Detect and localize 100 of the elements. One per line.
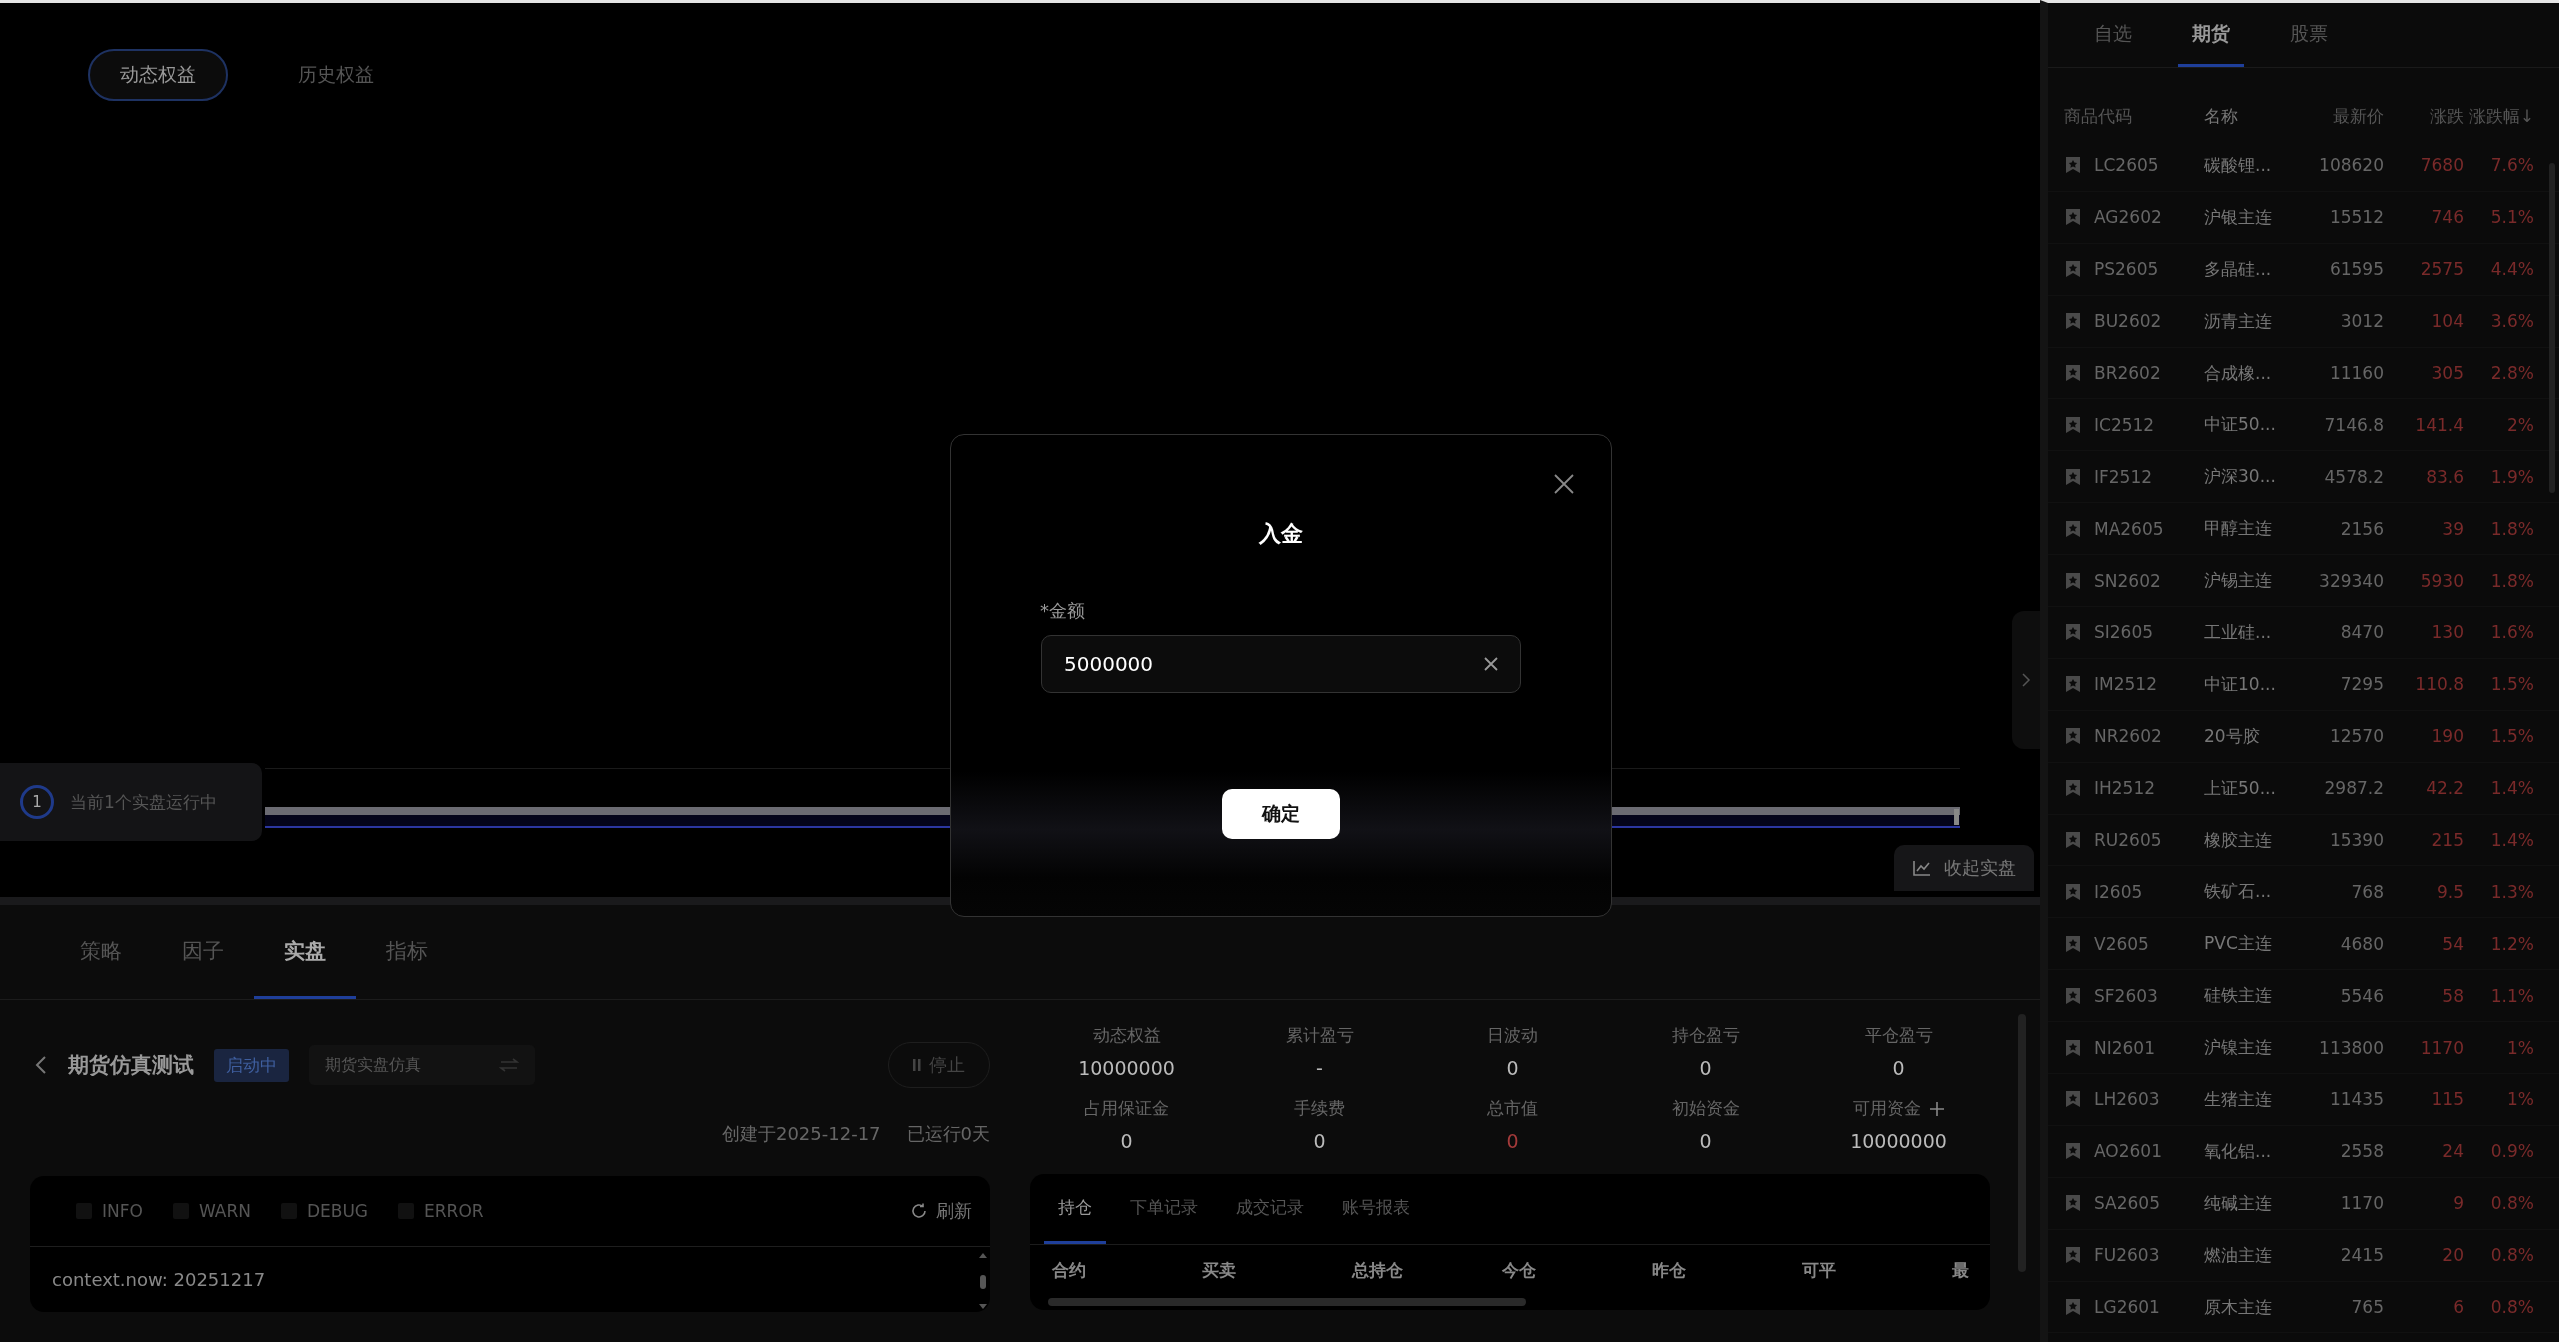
bookmark-star-icon[interactable] bbox=[2064, 260, 2082, 279]
bookmark-star-icon[interactable] bbox=[2064, 1246, 2082, 1265]
collapse-button[interactable]: 收起实盘 bbox=[1894, 845, 2034, 891]
bookmark-star-icon[interactable] bbox=[2064, 1142, 2082, 1161]
section-tab[interactable]: 因子 bbox=[152, 905, 254, 999]
bookmark-star-icon[interactable] bbox=[2064, 208, 2082, 227]
running-text: 当前1个实盘运行中 bbox=[70, 790, 217, 814]
confirm-button[interactable]: 确定 bbox=[1222, 789, 1340, 839]
bookmark-star-icon[interactable] bbox=[2064, 727, 2082, 746]
level-checkbox[interactable]: INFO bbox=[76, 1201, 143, 1221]
latest-price: 108620 bbox=[2318, 155, 2384, 176]
level-checkbox[interactable]: ERROR bbox=[398, 1201, 484, 1221]
contract-code: AO2601 bbox=[2094, 1141, 2162, 1162]
close-icon[interactable] bbox=[1553, 473, 1575, 495]
contract-name: PVC主连 bbox=[2204, 932, 2273, 956]
price-change: 2575 bbox=[2419, 259, 2464, 280]
bookmark-star-icon[interactable] bbox=[2064, 519, 2082, 538]
bookmark-star-icon[interactable] bbox=[2064, 623, 2082, 642]
contract-code: BU2602 bbox=[2094, 311, 2162, 332]
stat-value: 10000000 bbox=[1078, 1057, 1175, 1079]
change-percent: 1% bbox=[2506, 1089, 2534, 1110]
market-tab[interactable]: 期货 bbox=[2178, 3, 2244, 67]
latest-price: 5546 bbox=[2339, 985, 2384, 1006]
mode-select[interactable]: 期货实盘仿真 bbox=[309, 1045, 535, 1085]
equity-tab[interactable]: 历史权益 bbox=[268, 49, 404, 101]
scrollbar[interactable] bbox=[978, 1251, 988, 1311]
stat-label: 累计盈亏 bbox=[1285, 1024, 1354, 1047]
refresh-button[interactable]: 刷新 bbox=[910, 1199, 972, 1223]
log-line: context.now: 20251217 bbox=[52, 1269, 266, 1290]
latest-price: 8470 bbox=[2339, 622, 2384, 643]
price-change: 110.8 bbox=[2414, 674, 2464, 695]
contract-code: MA2605 bbox=[2094, 518, 2164, 539]
stat-value: - bbox=[1316, 1057, 1323, 1079]
contract-name: 纯碱主连 bbox=[2204, 1191, 2273, 1215]
change-percent: 1.8% bbox=[2489, 570, 2534, 591]
stat-value: 0 bbox=[1313, 1130, 1326, 1152]
latest-price: 7295 bbox=[2339, 674, 2384, 695]
bookmark-star-icon[interactable] bbox=[2064, 882, 2082, 901]
expand-handle[interactable] bbox=[2012, 611, 2040, 749]
level-checkbox[interactable]: DEBUG bbox=[280, 1201, 369, 1221]
chevron-right-icon bbox=[2021, 672, 2031, 688]
contract-name: 燃油主连 bbox=[2204, 1243, 2273, 1267]
section-tab[interactable]: 实盘 bbox=[254, 905, 356, 999]
bookmark-star-icon[interactable] bbox=[2064, 312, 2082, 331]
stat-value: 0 bbox=[1120, 1130, 1133, 1152]
price-change: 7680 bbox=[2419, 155, 2464, 176]
column-header[interactable]: 涨跌幅↓ bbox=[2464, 104, 2534, 128]
bookmark-star-icon[interactable] bbox=[2064, 1298, 2082, 1317]
stat-label: 动态权益 bbox=[1092, 1024, 1161, 1047]
scrollbar[interactable] bbox=[1048, 1298, 1526, 1306]
bookmark-star-icon[interactable] bbox=[2064, 156, 2082, 175]
stat-value: 0 bbox=[1892, 1057, 1905, 1079]
dialog-title: 入金 bbox=[1259, 520, 1303, 548]
contract-code: PS2605 bbox=[2094, 259, 2159, 280]
bookmark-star-icon[interactable] bbox=[2064, 779, 2082, 798]
amount-field[interactable]: 5000000 bbox=[1041, 635, 1521, 693]
contract-name: 铁矿石... bbox=[2204, 880, 2273, 904]
bookmark-star-icon[interactable] bbox=[2064, 1038, 2082, 1057]
bookmark-star-icon[interactable] bbox=[2064, 1090, 2082, 1109]
latest-price: 768 bbox=[2350, 881, 2384, 902]
bookmark-star-icon[interactable] bbox=[2064, 934, 2082, 953]
section-tab[interactable]: 指标 bbox=[356, 905, 458, 999]
back-icon[interactable] bbox=[34, 1054, 48, 1076]
positions-tab[interactable]: 账号报表 bbox=[1328, 1174, 1424, 1244]
latest-price: 2415 bbox=[2339, 1245, 2384, 1266]
contract-code: NR2602 bbox=[2094, 726, 2162, 747]
bookmark-star-icon[interactable] bbox=[2064, 467, 2082, 486]
contract-name: 中证50... bbox=[2204, 413, 2277, 437]
section-tab[interactable]: 策略 bbox=[50, 905, 152, 999]
contract-code: RU2605 bbox=[2094, 830, 2162, 850]
bookmark-star-icon[interactable] bbox=[2064, 364, 2082, 382]
column-header: 今仓 bbox=[1502, 1258, 1537, 1282]
clear-icon[interactable] bbox=[1484, 657, 1498, 671]
contract-name: 硅铁主连 bbox=[2204, 984, 2273, 1008]
contract-name: 氧化铝... bbox=[2204, 1139, 2273, 1163]
add-icon[interactable] bbox=[1928, 1100, 1945, 1117]
positions-tab[interactable]: 下单记录 bbox=[1116, 1174, 1212, 1244]
positions-tab[interactable]: 持仓 bbox=[1044, 1174, 1106, 1244]
price-change: 6 bbox=[2452, 1297, 2464, 1318]
positions-tab[interactable]: 成交记录 bbox=[1222, 1174, 1318, 1244]
stat-value: 0 bbox=[1699, 1057, 1712, 1079]
market-tab[interactable]: 股票 bbox=[2276, 3, 2342, 67]
change-percent: 4.4% bbox=[2489, 259, 2534, 280]
level-checkbox[interactable]: WARN bbox=[172, 1201, 251, 1221]
equity-tab[interactable]: 动态权益 bbox=[88, 49, 228, 101]
contract-code: FU2603 bbox=[2094, 1245, 2160, 1266]
price-change: 9 bbox=[2452, 1193, 2464, 1214]
bookmark-star-icon[interactable] bbox=[2064, 571, 2082, 590]
contract-code: SI2605 bbox=[2094, 622, 2154, 643]
bookmark-star-icon[interactable] bbox=[2064, 675, 2082, 694]
market-tab[interactable]: 自选 bbox=[2080, 3, 2146, 67]
price-change: 20 bbox=[2441, 1245, 2464, 1266]
bookmark-star-icon[interactable] bbox=[2064, 415, 2082, 434]
latest-price: 1170 bbox=[2339, 1193, 2384, 1214]
change-percent: 1.5% bbox=[2489, 674, 2534, 695]
change-percent: 1.3% bbox=[2489, 881, 2534, 902]
bookmark-star-icon[interactable] bbox=[2064, 831, 2082, 849]
running-badge[interactable]: 1 当前1个实盘运行中 bbox=[0, 763, 262, 841]
bookmark-star-icon[interactable] bbox=[2064, 1194, 2082, 1213]
bookmark-star-icon[interactable] bbox=[2064, 986, 2082, 1005]
